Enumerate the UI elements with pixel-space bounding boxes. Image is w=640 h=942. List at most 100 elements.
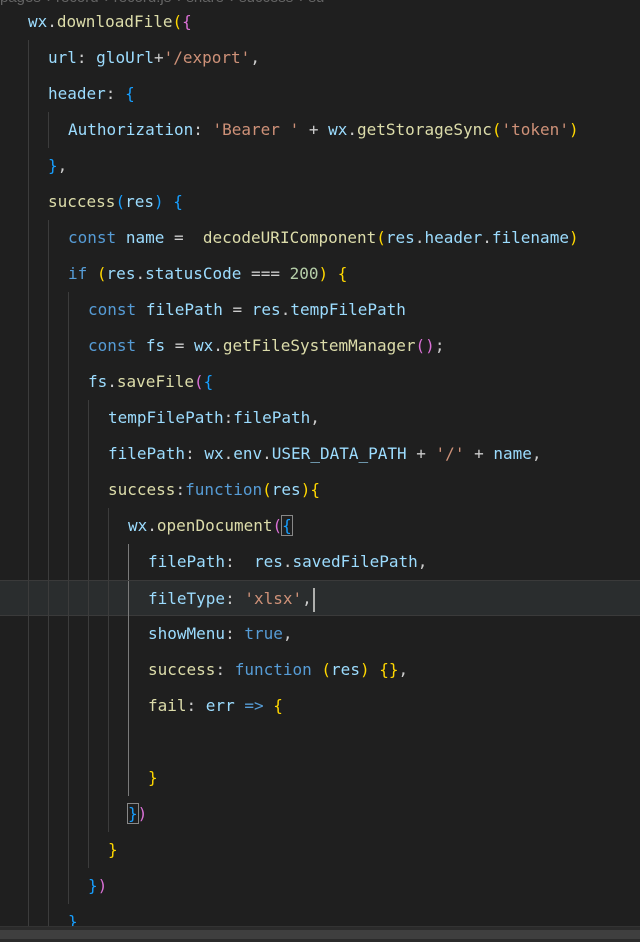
code-token: {: [310, 480, 320, 499]
code-line[interactable]: fs.saveFile({: [0, 364, 640, 400]
code-token: ===: [241, 264, 290, 283]
indent-guide: [68, 436, 69, 472]
code-line[interactable]: const filePath = res.tempFilePath: [0, 292, 640, 328]
code-line[interactable]: success:function(res){: [0, 472, 640, 508]
indent-guide: [28, 832, 29, 868]
code-line[interactable]: if (res.statusCode === 200) {: [0, 256, 640, 292]
indent-guide: [108, 760, 109, 796]
code-text: success:function(res){: [108, 472, 320, 508]
code-token: header: [48, 84, 106, 103]
code-line[interactable]: }): [0, 796, 640, 832]
code-token: '/export': [163, 48, 251, 67]
code-token: res: [251, 300, 281, 319]
code-line[interactable]: const name = decodeURIComponent(res.head…: [0, 220, 640, 256]
indent-guide: [28, 184, 29, 220]
code-line[interactable]: success: function (res) {},: [0, 652, 640, 688]
code-token: savedFilePath: [292, 552, 418, 571]
code-token: gloUrl: [96, 48, 154, 67]
code-line[interactable]: [0, 724, 640, 760]
code-token: :: [225, 552, 254, 571]
code-line[interactable]: }: [0, 832, 640, 868]
code-text: success(res) {: [48, 184, 183, 220]
code-token: .: [135, 264, 146, 283]
code-token: fail: [148, 696, 187, 715]
code-line[interactable]: success(res) {: [0, 184, 640, 220]
indent-guide: [68, 652, 69, 688]
code-token: ): [97, 876, 108, 895]
code-token: name: [125, 228, 165, 247]
code-line[interactable]: wx.downloadFile({: [0, 4, 640, 40]
code-token: res: [385, 228, 415, 247]
indent-guide: [88, 436, 89, 472]
code-token: ): [568, 120, 579, 139]
indent-guide: [88, 760, 89, 796]
indent-guide: [88, 508, 89, 544]
code-line[interactable]: }: [0, 904, 640, 926]
indent-guide: [88, 472, 89, 508]
indent-guide: [108, 616, 109, 652]
indent-guide: [28, 544, 29, 580]
code-token: ,: [250, 48, 260, 67]
code-token: getFileSystemManager: [222, 336, 416, 355]
code-text: wx.openDocument({: [128, 508, 293, 544]
indent-guide: [28, 581, 29, 617]
code-line[interactable]: header: {: [0, 76, 640, 112]
code-token: ): [568, 228, 579, 247]
code-text: success: function (res) {},: [148, 652, 408, 688]
code-token: filePath: [108, 444, 186, 463]
indent-guide: [28, 40, 29, 76]
code-token: res: [271, 480, 301, 499]
code-token: 200: [289, 264, 319, 283]
indent-guide: [88, 616, 89, 652]
code-line[interactable]: fileType: 'xlsx',: [0, 580, 640, 617]
code-line[interactable]: }): [0, 868, 640, 904]
scrollbar-thumb[interactable]: [0, 930, 640, 939]
code-token: :: [175, 480, 186, 499]
indent-guide: [128, 724, 129, 760]
horizontal-scrollbar[interactable]: [0, 926, 640, 942]
code-line[interactable]: showMenu: true,: [0, 616, 640, 652]
code-text: }: [108, 832, 118, 868]
indent-guide: [48, 652, 49, 688]
code-token: {: [273, 696, 283, 715]
code-line[interactable]: Authorization: 'Bearer ' + wx.getStorage…: [0, 112, 640, 148]
code-text: wx.downloadFile({: [28, 4, 192, 40]
code-line[interactable]: fail: err => {: [0, 688, 640, 724]
code-line[interactable]: const fs = wx.getFileSystemManager();: [0, 328, 640, 364]
code-line[interactable]: tempFilePath:filePath,: [0, 400, 640, 436]
indent-guide: [48, 508, 49, 544]
indent-guide: [68, 796, 69, 832]
code-token: tempFilePath: [108, 408, 224, 427]
indent-guide: [128, 652, 129, 688]
code-token: {}: [379, 660, 399, 679]
indent-guide: [48, 796, 49, 832]
code-text: }: [68, 904, 78, 926]
code-token: wx: [128, 516, 148, 535]
code-token: {: [182, 12, 192, 31]
code-token: }: [68, 912, 78, 926]
code-line[interactable]: wx.openDocument({: [0, 508, 640, 544]
code-line[interactable]: url: gloUrl+'/export',: [0, 40, 640, 76]
code-token: ,: [398, 660, 409, 679]
code-line[interactable]: }: [0, 760, 640, 796]
indent-guide: [128, 581, 129, 617]
indent-guide: [68, 544, 69, 580]
code-token: .: [147, 516, 157, 535]
code-token: ,: [531, 444, 542, 463]
code-text: Authorization: 'Bearer ' + wx.getStorage…: [68, 112, 579, 148]
code-token: env: [233, 444, 263, 463]
code-line[interactable]: filePath: wx.env.USER_DATA_PATH + '/' + …: [0, 436, 640, 472]
code-token: ): [153, 192, 164, 211]
code-token: .: [414, 228, 425, 247]
indent-guide: [28, 688, 29, 724]
code-token: decodeURIComponent: [202, 228, 377, 247]
code-token: {: [203, 372, 214, 391]
code-token: :: [76, 48, 97, 67]
code-line[interactable]: filePath: res.savedFilePath,: [0, 544, 640, 580]
code-editor[interactable]: wx.downloadFile({url: gloUrl+'/export', h…: [0, 0, 640, 926]
code-token: success: [108, 480, 176, 499]
code-line[interactable]: },: [0, 148, 640, 184]
code-token: }: [88, 876, 98, 895]
